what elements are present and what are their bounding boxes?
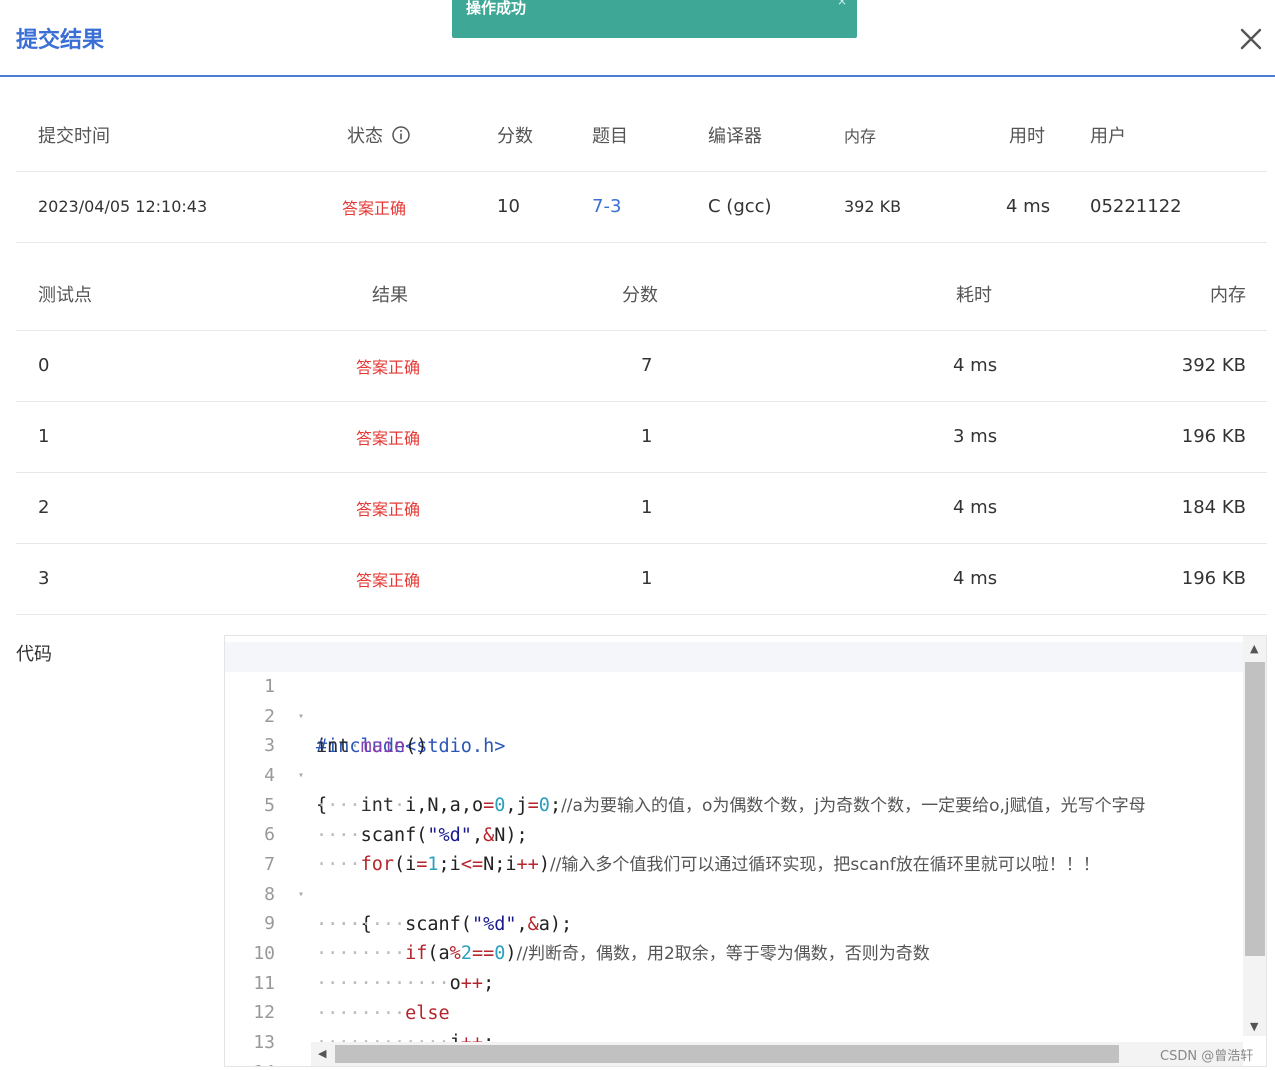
testcase-score: 1 [526, 472, 826, 544]
testcase-memory: 196 KB [1047, 401, 1267, 473]
compiler: C (gcc) [688, 171, 834, 243]
table-row: 3 答案正确 1 4 ms 196 KB [16, 543, 1267, 615]
testcase-score: 7 [526, 330, 826, 402]
dialog-title: 提交结果 [16, 28, 105, 53]
code-line: 3 ▾ { [225, 701, 1245, 816]
line-number: 14 [225, 1058, 275, 1066]
submission-row: 2023/04/05 12:10:43 答案正确 10 7-3 C (gcc) … [16, 171, 1267, 243]
col-memory: 内存 [834, 99, 999, 172]
submission-table: 提交时间 状态 分数 题目 编译器 内存 用时 用户 2023/04/05 12… [16, 99, 1267, 243]
scroll-left-icon[interactable]: ◀ [318, 1047, 326, 1060]
code-line: 12 ············j++; [225, 968, 1245, 1053]
testcase-id: 0 [16, 330, 326, 402]
horizontal-scroll-thumb[interactable] [335, 1045, 1119, 1063]
score: 10 [478, 171, 575, 243]
testcase-result: 答案正确 [326, 401, 526, 473]
submit-time: 2023/04/05 12:10:43 [16, 171, 328, 243]
col-compiler: 编译器 [688, 99, 834, 172]
success-toast: 操作成功 × [452, 0, 857, 38]
col-user: 用户 [1084, 99, 1267, 172]
testcase-id: 2 [16, 472, 326, 544]
testcase-time: 4 ms [826, 543, 1047, 615]
submission-header-row: 提交时间 状态 分数 题目 编译器 内存 用时 用户 [16, 99, 1267, 172]
code-line: 9 ········if(a%2==0)//判断奇，偶数，用2取余，等于零为偶数… [225, 879, 1245, 964]
testcase-memory: 392 KB [1047, 330, 1267, 402]
testcase-table: 测试点 结果 分数 耗时 内存 0 答案正确 7 4 ms 392 KB 1 答… [16, 258, 1267, 615]
col-score: 分数 [478, 99, 575, 172]
testcase-header-row: 测试点 结果 分数 耗时 内存 [16, 258, 1267, 331]
col-status-label: 状态 [347, 125, 383, 147]
table-row: 1 答案正确 1 3 ms 196 KB [16, 401, 1267, 473]
code-line: 4 ····int·i,N,a,o=0,j=0;//a为要输入的值，o为偶数个数… [225, 731, 1245, 816]
col-status: 状态 [328, 99, 478, 172]
code-line: 11 ········else [225, 939, 1245, 1024]
testcase-time: 4 ms [826, 330, 1047, 402]
vertical-scrollbar[interactable]: ▲ ▼ [1243, 636, 1266, 1036]
watermark: CSDN @曾浩轩 [1160, 1049, 1254, 1064]
scroll-down-icon[interactable]: ▼ [1250, 1020, 1258, 1033]
code-line: 5 ····scanf("%d",&N); [225, 761, 1245, 846]
table-row: 0 答案正确 7 4 ms 392 KB [16, 330, 1267, 402]
horizontal-scrollbar[interactable]: ◀ [311, 1042, 1243, 1066]
testcase-id: 3 [16, 543, 326, 615]
code-line: 1 ▾ #include<stdio.h> [225, 642, 1245, 757]
testcase-score: 1 [526, 401, 826, 473]
testcase-time: 3 ms [826, 401, 1047, 473]
code-editor[interactable]: 1 ▾ #include<stdio.h> 2 int·main() 3 ▾ {… [224, 635, 1267, 1067]
memory: 392 KB [834, 171, 999, 243]
status-badge: 答案正确 [328, 171, 478, 243]
code-line: 10 ············o++; [225, 909, 1245, 994]
toast-message: 操作成功 [466, 0, 527, 17]
col-submit-time: 提交时间 [16, 99, 328, 172]
testcase-result: 答案正确 [326, 543, 526, 615]
problem-link[interactable]: 7-3 [575, 171, 688, 243]
code-line: 6 ····for(i=1;i<=N;i++)//输入多个值我们可以通过循环实现… [225, 790, 1245, 875]
testcase-time: 4 ms [826, 472, 1047, 544]
vertical-scroll-thumb[interactable] [1245, 662, 1265, 956]
col-result: 结果 [326, 258, 526, 331]
user: 05221122 [1084, 171, 1267, 243]
elapsed: 4 ms [999, 171, 1084, 243]
col-problem: 题目 [575, 99, 688, 172]
code-line: 2 int·main() [225, 672, 1245, 757]
toast-close-icon[interactable]: × [837, 0, 847, 8]
info-icon[interactable] [391, 125, 411, 145]
col-testcase: 测试点 [16, 258, 326, 331]
testcase-memory: 184 KB [1047, 472, 1267, 544]
col-tc-memory: 内存 [1047, 258, 1267, 331]
testcase-result: 答案正确 [326, 472, 526, 544]
col-elapsed: 用时 [999, 99, 1084, 172]
testcase-score: 1 [526, 543, 826, 615]
scroll-up-icon[interactable]: ▲ [1250, 642, 1258, 655]
col-tc-time: 耗时 [826, 258, 1047, 331]
code-line: 7 ▾ ····{ [225, 820, 1245, 935]
code-label: 代码 [16, 644, 52, 665]
code-line: 8 ········scanf("%d",&a); [225, 850, 1245, 935]
testcase-memory: 196 KB [1047, 543, 1267, 615]
testcase-id: 1 [16, 401, 326, 473]
col-tc-score: 分数 [526, 258, 826, 331]
testcase-result: 答案正确 [326, 330, 526, 402]
table-row: 2 答案正确 1 4 ms 184 KB [16, 472, 1267, 544]
close-icon[interactable] [1236, 24, 1266, 54]
code-line: 13 ····} [225, 998, 1245, 1066]
